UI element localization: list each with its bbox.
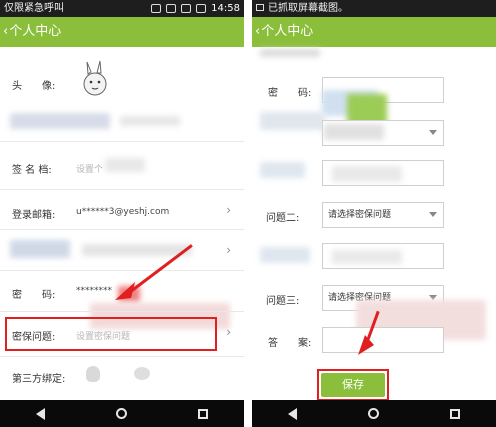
page-title: 个人中心 — [261, 24, 314, 39]
security-question-chevron-icon[interactable]: › — [226, 325, 231, 339]
status-bar: 已抓取屏幕截图。 — [252, 0, 496, 17]
header: ‹个人中心 — [252, 17, 496, 47]
back-chevron-icon[interactable]: ‹ — [255, 24, 260, 39]
password-value: ******** — [76, 286, 112, 296]
annotation-highlight-box — [5, 317, 217, 351]
weibo-bind-icon[interactable] — [134, 367, 150, 380]
wifi-icon — [181, 4, 192, 13]
divider — [0, 189, 244, 190]
battery-icon — [196, 4, 207, 13]
blurred-select-value — [324, 124, 384, 140]
divider — [0, 270, 244, 271]
blurred-nickname-hint — [120, 116, 180, 126]
annotation-highlight-box — [317, 369, 389, 401]
status-time: 14:58 — [211, 3, 240, 14]
home-icon[interactable] — [115, 408, 127, 419]
signature-label: 签 名 档: — [12, 165, 52, 176]
blurred-top-row — [260, 49, 320, 57]
row-chevron-icon[interactable]: › — [226, 243, 231, 257]
blurred-label — [260, 112, 325, 130]
blurred-signature — [105, 158, 145, 172]
notification-icon — [151, 4, 162, 13]
password-label: 密 码: — [12, 290, 56, 301]
status-icons: 14:58 — [151, 0, 240, 17]
email-chevron-icon[interactable]: › — [226, 203, 231, 217]
divider — [0, 311, 244, 312]
signature-placeholder[interactable]: 设置个 — [76, 162, 103, 175]
blurred-label — [260, 247, 310, 263]
blurred-nickname — [10, 113, 110, 129]
status-bar: 仅限紧急呼叫 14:58 — [0, 0, 244, 17]
question2-label: 问题二: — [266, 213, 300, 224]
email-label: 登录邮箱: — [12, 210, 56, 221]
question2-select[interactable]: 请选择密保问题 — [322, 202, 444, 228]
nav-bar — [0, 400, 244, 427]
back-icon[interactable] — [287, 407, 297, 420]
recents-icon[interactable] — [198, 408, 209, 419]
answer-label: 答 案: — [268, 338, 312, 349]
dropdown-arrow-icon — [429, 130, 437, 135]
divider — [0, 141, 244, 142]
right-screen: 已抓取屏幕截图。 ‹个人中心 密 码: 问题二: 请选择密保问题 问题三: 请选… — [252, 0, 496, 427]
divider-gap — [244, 0, 252, 427]
blurred-answer — [332, 166, 402, 182]
recents-icon[interactable] — [450, 408, 461, 419]
blurred-answer — [332, 250, 402, 264]
annotation-arrowhead — [115, 282, 135, 300]
avatar[interactable] — [82, 60, 108, 96]
dropdown-arrow-icon — [429, 212, 437, 217]
screenshot-notice: 已抓取屏幕截图。 — [268, 3, 348, 14]
password-label: 密 码: — [268, 88, 312, 99]
answer-input[interactable] — [322, 327, 444, 353]
screenshot-icon — [256, 4, 264, 11]
third-party-label: 第三方绑定: — [12, 374, 66, 385]
carrier-text: 仅限紧急呼叫 — [4, 3, 64, 14]
question2-placeholder: 请选择密保问题 — [328, 210, 392, 220]
blurred-label — [260, 162, 305, 178]
weibo-icon — [166, 4, 177, 13]
back-icon[interactable] — [35, 407, 45, 420]
divider — [0, 356, 244, 357]
question3-label: 问题三: — [266, 296, 300, 307]
avatar-label: 头 像: — [12, 81, 56, 92]
nav-bar — [252, 400, 496, 427]
email-value: u******3@yeshj.com — [76, 207, 170, 217]
qq-icon[interactable] — [86, 366, 100, 382]
page-title: 个人中心 — [9, 24, 62, 39]
back-chevron-icon[interactable]: ‹ — [3, 24, 8, 39]
divider — [0, 229, 244, 230]
avatar-image — [83, 60, 107, 96]
annotation-arrowhead — [358, 335, 374, 355]
header: ‹个人中心 — [0, 17, 244, 47]
home-icon[interactable] — [367, 408, 379, 419]
blurred-row-label — [10, 240, 70, 258]
left-screen: 仅限紧急呼叫 14:58 ‹个人中心 头 像: 签 名 档: 设置个 登录邮箱:… — [0, 0, 244, 427]
